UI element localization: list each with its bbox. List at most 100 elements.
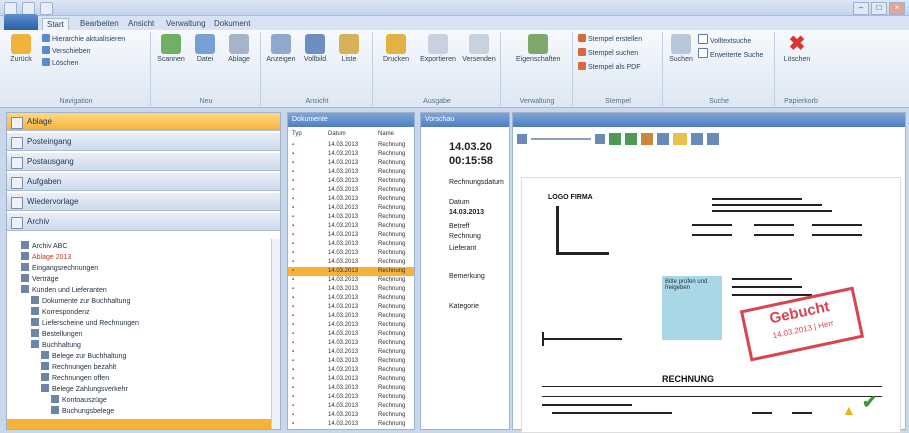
table-row[interactable]: ▪ 14.03.2013 Rechnung bbox=[288, 285, 414, 294]
tree-node[interactable]: Dokumente zur Buchhaltung bbox=[31, 296, 130, 306]
table-row[interactable]: ▪ 14.03.2013 Rechnung bbox=[288, 204, 414, 213]
export-button[interactable]: Exportieren bbox=[418, 32, 458, 63]
minimize-button[interactable]: – bbox=[853, 2, 869, 15]
tab-dokument[interactable]: Dokument bbox=[210, 18, 254, 30]
tree-scrollbar[interactable] bbox=[271, 239, 280, 429]
tree-node[interactable]: Kontoauszüge bbox=[51, 395, 107, 405]
tree-node[interactable]: Buchhaltung bbox=[31, 340, 81, 350]
table-row[interactable]: ▪ 14.03.2013 Rechnung bbox=[288, 150, 414, 159]
delete-small-button[interactable]: Löschen bbox=[42, 58, 78, 68]
application-menu-button[interactable] bbox=[4, 14, 38, 30]
table-row[interactable]: ▪ 14.03.2013 Rechnung bbox=[288, 312, 414, 321]
tree-node[interactable]: Lieferscheine und Rechnungen bbox=[31, 318, 139, 328]
stamp-tool-icon[interactable] bbox=[707, 133, 719, 145]
table-row[interactable]: ▪ 14.03.2013 Rechnung bbox=[288, 186, 414, 195]
table-row[interactable]: ▪ 14.03.2013 Rechnung bbox=[288, 231, 414, 240]
send-button[interactable]: Versenden bbox=[460, 32, 498, 63]
annotate-icon[interactable] bbox=[691, 133, 703, 145]
table-row[interactable]: ▪ 14.03.2013 Rechnung bbox=[288, 267, 414, 276]
tree-node[interactable]: Ablage 2013 bbox=[21, 252, 71, 262]
table-row[interactable]: ▪ 14.03.2013 Rechnung bbox=[288, 393, 414, 402]
table-row[interactable]: ▪ 14.03.2013 Rechnung bbox=[288, 249, 414, 258]
fullscreen-button[interactable]: Vollbild bbox=[298, 32, 332, 63]
tree-node[interactable]: Belege Zahlungsverkehr bbox=[41, 384, 128, 394]
tree-node[interactable]: Belege zur Buchhaltung bbox=[41, 351, 126, 361]
table-row[interactable]: ▪ 14.03.2013 Rechnung bbox=[288, 240, 414, 249]
move-button[interactable]: Verschieben bbox=[42, 46, 91, 56]
list-button[interactable]: Liste bbox=[332, 32, 366, 63]
nav-wiedervorlage[interactable]: Wiedervorlage bbox=[7, 193, 280, 211]
table-row[interactable]: ▪ 14.03.2013 Rechnung bbox=[288, 168, 414, 177]
show-button[interactable]: Anzeigen bbox=[264, 32, 298, 63]
table-row[interactable]: ▪ 14.03.2013 Rechnung bbox=[288, 177, 414, 186]
maximize-button[interactable]: □ bbox=[871, 2, 887, 15]
table-row[interactable]: ▪ 14.03.2013 Rechnung bbox=[288, 222, 414, 231]
zoom-in-icon[interactable] bbox=[595, 134, 605, 144]
column-type[interactable]: Typ bbox=[292, 129, 302, 139]
tab-ansicht[interactable]: Ansicht bbox=[124, 18, 158, 30]
tab-bearbeiten[interactable]: Bearbeiten bbox=[76, 18, 123, 30]
advanced-search-checkbox[interactable]: Erweiterte Suche bbox=[698, 48, 763, 59]
properties-button[interactable]: Eigenschaften bbox=[516, 32, 560, 63]
table-row[interactable]: ▪ 14.03.2013 Rechnung bbox=[288, 330, 414, 339]
tree-node[interactable]: Archiv ABC bbox=[21, 241, 67, 251]
tree-node[interactable]: Rechnungen offen bbox=[41, 373, 109, 383]
table-row[interactable]: ▪ 14.03.2013 Rechnung bbox=[288, 411, 414, 420]
table-row[interactable]: ▪ 14.03.2013 Rechnung bbox=[288, 276, 414, 285]
nav-ablage[interactable]: Ablage bbox=[7, 113, 280, 131]
table-row[interactable]: ▪ 14.03.2013 Rechnung bbox=[288, 375, 414, 384]
hand-tool-icon[interactable] bbox=[657, 133, 669, 145]
nav-postausgang[interactable]: Postausgang bbox=[7, 153, 280, 171]
fit-page-icon[interactable] bbox=[609, 133, 621, 145]
tree-node[interactable]: Bestellungen bbox=[31, 329, 82, 339]
tree-node[interactable]: Korrespondenz bbox=[31, 307, 89, 317]
tree-node[interactable]: Eingangsrechnungen bbox=[21, 263, 98, 273]
column-name[interactable]: Name bbox=[378, 129, 394, 139]
zoom-slider[interactable] bbox=[531, 138, 591, 140]
tree-node[interactable]: Kunden und Lieferanten bbox=[21, 285, 107, 295]
find-stamp-button[interactable]: Stempel suchen bbox=[578, 48, 638, 58]
table-row[interactable]: ▪ 14.03.2013 Rechnung bbox=[288, 420, 414, 429]
table-row[interactable]: ▪ 14.03.2013 Rechnung bbox=[288, 339, 414, 348]
table-row[interactable]: ▪ 14.03.2013 Rechnung bbox=[288, 195, 414, 204]
store-button[interactable]: Ablage bbox=[222, 32, 256, 63]
scan-button[interactable]: Scannen bbox=[154, 32, 188, 63]
highlight-icon[interactable] bbox=[673, 133, 687, 145]
back-button[interactable]: Zurück bbox=[4, 32, 38, 63]
file-button[interactable]: Datei bbox=[188, 32, 222, 63]
tree-node[interactable]: Rechnungen bezahlt bbox=[41, 362, 116, 372]
tab-verwaltung[interactable]: Verwaltung bbox=[162, 18, 210, 30]
sticky-note[interactable]: Bitte prüfen und freigeben bbox=[662, 276, 722, 340]
create-stamp-button[interactable]: Stempel erstellen bbox=[578, 34, 642, 44]
tree-node[interactable]: Verträge bbox=[21, 274, 58, 284]
nav-aufgaben[interactable]: Aufgaben bbox=[7, 173, 280, 191]
redo-icon[interactable] bbox=[40, 2, 53, 15]
table-row[interactable]: ▪ 14.03.2013 Rechnung bbox=[288, 366, 414, 375]
tree-node[interactable]: Buchungsbelege bbox=[51, 406, 114, 416]
rotate-icon[interactable] bbox=[641, 133, 653, 145]
column-date[interactable]: Datum bbox=[328, 129, 346, 139]
booked-stamp[interactable]: Gebucht 14.03.2013 | Herr bbox=[739, 286, 865, 362]
trash-delete-button[interactable]: ✖ Löschen bbox=[780, 32, 814, 63]
close-button[interactable]: × bbox=[889, 2, 905, 15]
table-row[interactable]: ▪ 14.03.2013 Rechnung bbox=[288, 294, 414, 303]
table-row[interactable]: ▪ 14.03.2013 Rechnung bbox=[288, 402, 414, 411]
fulltext-search-checkbox[interactable]: Volltextsuche bbox=[698, 34, 751, 45]
table-row[interactable]: ▪ 14.03.2013 Rechnung bbox=[288, 303, 414, 312]
nav-posteingang[interactable]: Posteingang bbox=[7, 133, 280, 151]
table-row[interactable]: ▪ 14.03.2013 Rechnung bbox=[288, 141, 414, 150]
search-button[interactable]: Suchen bbox=[666, 32, 696, 63]
table-row[interactable]: ▪ 14.03.2013 Rechnung bbox=[288, 213, 414, 222]
table-row[interactable]: ▪ 14.03.2013 Rechnung bbox=[288, 384, 414, 393]
fit-width-icon[interactable] bbox=[625, 133, 637, 145]
table-row[interactable]: ▪ 14.03.2013 Rechnung bbox=[288, 357, 414, 366]
table-row[interactable]: ▪ 14.03.2013 Rechnung bbox=[288, 258, 414, 267]
nav-archiv[interactable]: Archiv bbox=[7, 213, 280, 231]
stamp-pdf-button[interactable]: Stempel als PDF bbox=[578, 62, 641, 72]
refresh-hierarchy-button[interactable]: Hierarchie aktualisieren bbox=[42, 34, 125, 44]
print-button[interactable]: Drucken bbox=[376, 32, 416, 63]
zoom-out-icon[interactable] bbox=[517, 134, 527, 144]
table-row[interactable]: ▪ 14.03.2013 Rechnung bbox=[288, 348, 414, 357]
table-row[interactable]: ▪ 14.03.2013 Rechnung bbox=[288, 159, 414, 168]
table-row[interactable]: ▪ 14.03.2013 Rechnung bbox=[288, 321, 414, 330]
